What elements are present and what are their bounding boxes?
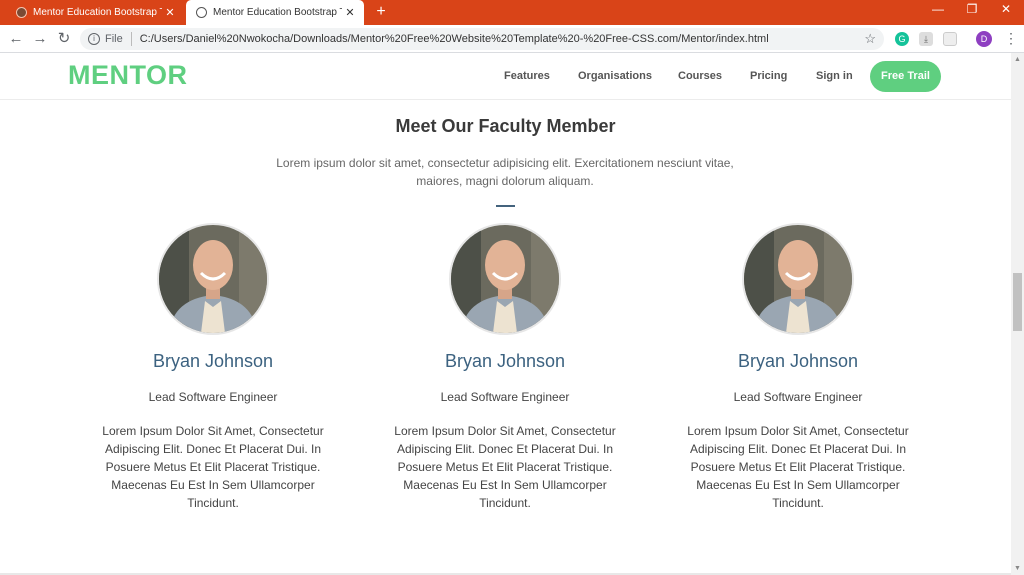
scrollbar-thumb[interactable] xyxy=(1013,273,1022,331)
nav-link-sign-in[interactable]: Sign in xyxy=(816,70,853,82)
address-scheme-chip: File xyxy=(105,33,123,45)
member-name: Bryan Johnson xyxy=(444,351,566,371)
faculty-card: Bryan Johnson Lead Software Engineer Lor… xyxy=(88,223,338,512)
url-text[interactable]: C:/Users/Daniel%20Nwokocha/Downloads/Men… xyxy=(140,33,865,45)
nav-link-courses[interactable]: Courses xyxy=(678,70,722,82)
more-menu-icon[interactable]: ⋮ xyxy=(1004,30,1018,47)
close-window-icon[interactable]: ✕ xyxy=(991,2,1021,16)
member-role: Lead Software Engineer xyxy=(148,390,278,404)
tab-title: Mentor Education Bootstrap The xyxy=(33,7,162,18)
avatar xyxy=(742,223,854,335)
tab-title: Mentor Education Bootstrap The xyxy=(213,7,342,18)
member-name: Bryan Johnson xyxy=(737,351,859,371)
browser-tab[interactable]: Mentor Education Bootstrap The ✕ xyxy=(8,0,184,25)
vertical-scrollbar[interactable]: ▲ ▼ xyxy=(1011,53,1024,575)
member-bio: Lorem Ipsum Dolor Sit Amet, Consectetur … xyxy=(394,424,616,510)
scroll-up-icon[interactable]: ▲ xyxy=(1011,53,1024,66)
faculty-card: Bryan Johnson Lead Software Engineer Lor… xyxy=(673,223,923,512)
address-bar[interactable]: i File C:/Users/Daniel%20Nwokocha/Downlo… xyxy=(80,28,884,50)
site-navbar: MENTOR Features Organisations Courses Pr… xyxy=(0,53,1011,100)
member-name: Bryan Johnson xyxy=(152,351,274,371)
member-role: Lead Software Engineer xyxy=(440,390,570,404)
faculty-card: Bryan Johnson Lead Software Engineer Lor… xyxy=(380,223,630,512)
browser-toolbar: ← → ↻ i File C:/Users/Daniel%20Nwokocha/… xyxy=(0,25,1024,53)
member-role: Lead Software Engineer xyxy=(733,390,863,404)
globe-icon xyxy=(196,7,207,18)
scroll-down-icon[interactable]: ▼ xyxy=(1011,562,1024,575)
bookmark-star-icon[interactable]: ☆ xyxy=(864,31,876,47)
nav-link-pricing[interactable]: Pricing xyxy=(750,70,787,82)
minimize-icon[interactable]: — xyxy=(923,2,953,16)
close-tab-icon[interactable]: ✕ xyxy=(342,6,358,19)
avatar xyxy=(157,223,269,335)
section-title: Meet Our Faculty Member xyxy=(395,116,616,136)
extension-icon[interactable] xyxy=(943,32,957,46)
reload-icon[interactable]: ↻ xyxy=(54,29,74,49)
pdf-extension-icon[interactable]: ⤓ xyxy=(919,32,933,46)
profile-avatar[interactable]: D xyxy=(976,31,992,47)
close-tab-icon[interactable]: ✕ xyxy=(162,6,178,19)
address-separator xyxy=(130,32,132,46)
info-icon[interactable]: i xyxy=(88,33,100,45)
browser-tab-active[interactable]: Mentor Education Bootstrap The ✕ xyxy=(186,0,364,25)
browser-tab-strip: Mentor Education Bootstrap The ✕ Mentor … xyxy=(0,0,1024,25)
avatar xyxy=(449,223,561,335)
page-viewport: MENTOR Features Organisations Courses Pr… xyxy=(0,53,1011,575)
new-tab-icon[interactable]: + xyxy=(372,3,390,21)
member-bio: Lorem Ipsum Dolor Sit Amet, Consectetur … xyxy=(687,424,909,510)
nav-link-organisations[interactable]: Organisations xyxy=(578,70,652,82)
restore-icon[interactable]: ❐ xyxy=(957,2,987,16)
nav-link-features[interactable]: Features xyxy=(504,70,550,82)
section-divider xyxy=(496,205,515,207)
grammarly-extension-icon[interactable]: G xyxy=(895,32,909,46)
forward-icon[interactable]: → xyxy=(30,29,50,49)
site-logo[interactable]: MENTOR xyxy=(68,60,188,91)
section-subtitle: Lorem ipsum dolor sit amet, consectetur … xyxy=(276,156,734,188)
free-trial-button[interactable]: Free Trail xyxy=(870,61,941,92)
site-favicon-icon xyxy=(16,7,27,18)
member-bio: Lorem Ipsum Dolor Sit Amet, Consectetur … xyxy=(102,424,324,510)
back-icon[interactable]: ← xyxy=(6,29,26,49)
